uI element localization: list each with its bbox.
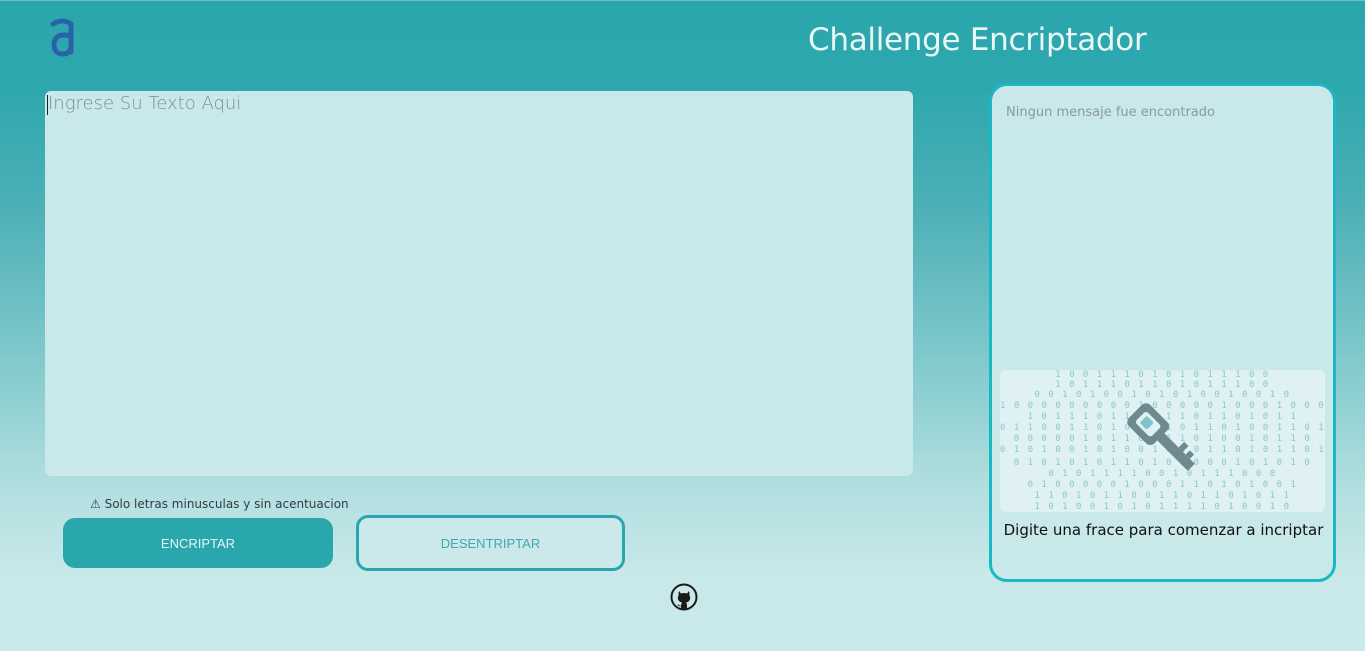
output-hint: Digite una frace para comenzar a incript… bbox=[1003, 521, 1324, 539]
text-cursor bbox=[47, 95, 48, 115]
output-message: Ningun mensaje fue encontrado bbox=[1006, 105, 1215, 120]
top-border bbox=[0, 0, 1365, 1]
text-input[interactable] bbox=[45, 91, 913, 476]
decrypt-button[interactable]: DESENTRIPTAR bbox=[356, 515, 625, 571]
key-binary-illustration: 1 0 0 1 1 1 0 1 0 1 0 1 1 1 0 0 1 0 1 1 … bbox=[1000, 370, 1325, 512]
page-title: Challenge Encriptador bbox=[808, 22, 1147, 58]
encrypt-button[interactable]: ENCRIPTAR bbox=[63, 518, 333, 568]
github-icon[interactable] bbox=[670, 583, 698, 611]
input-warning: ⚠ Solo letras minusculas y sin acentuaci… bbox=[90, 497, 349, 511]
alura-logo-icon bbox=[50, 18, 74, 57]
key-icon bbox=[1127, 403, 1195, 471]
